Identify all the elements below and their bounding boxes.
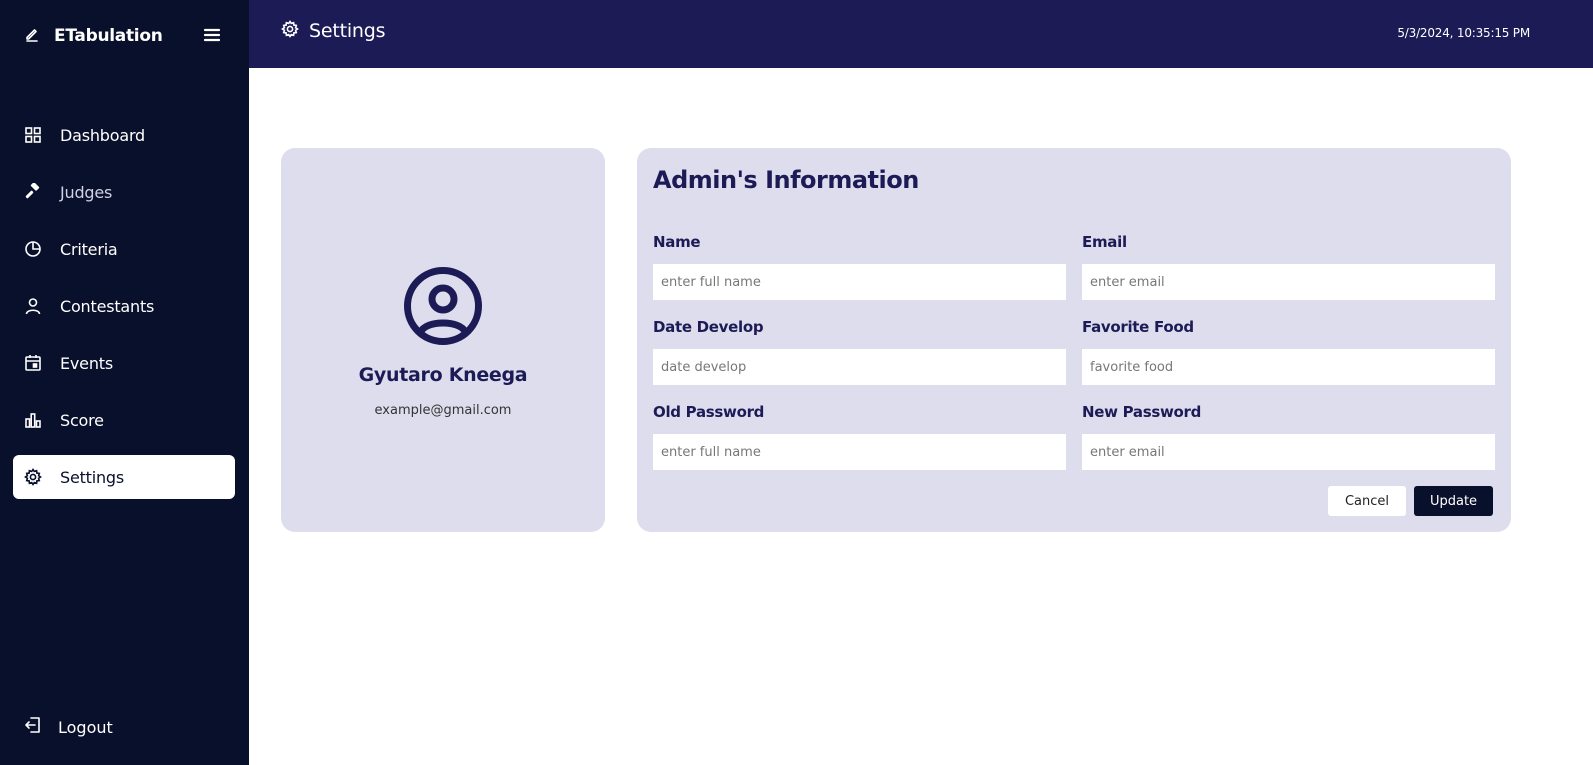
gavel-icon (24, 183, 42, 201)
sidebar-item-label: Events (60, 353, 113, 373)
logout-label: Logout (58, 717, 113, 737)
sidebar-item-dashboard[interactable]: Dashboard (13, 113, 235, 157)
logout-button[interactable]: Logout (24, 716, 113, 738)
hamburger-menu-icon[interactable] (202, 25, 222, 45)
header: Settings 5/3/2024, 10:35:15 PM (249, 0, 1593, 68)
sidebar-item-label: Contestants (60, 296, 155, 316)
old-password-label: Old Password (653, 403, 765, 421)
cancel-button[interactable]: Cancel (1328, 486, 1406, 516)
sidebar-item-label: Score (60, 410, 104, 430)
admin-info-card: Admin's Information Name Email Date Deve… (637, 148, 1511, 532)
sidebar-item-settings[interactable]: Settings (13, 455, 235, 499)
brand-title: ETabulation (54, 26, 163, 46)
favorite-food-field[interactable] (1082, 349, 1495, 385)
sidebar-item-score[interactable]: Score (13, 398, 235, 442)
date-develop-field[interactable] (653, 349, 1066, 385)
bar-chart-icon (24, 411, 42, 429)
profile-card: Gyutaro Kneega example@gmail.com (281, 148, 605, 532)
name-field[interactable] (653, 264, 1066, 300)
sidebar-item-contestants[interactable]: Contestants (13, 284, 235, 328)
name-label: Name (653, 233, 701, 251)
old-password-field[interactable] (653, 434, 1066, 470)
gear-icon (281, 20, 299, 42)
grid-icon (24, 126, 42, 144)
email-field[interactable] (1082, 264, 1495, 300)
sidebar-item-criteria[interactable]: Criteria (13, 227, 235, 271)
sidebar-item-events[interactable]: Events (13, 341, 235, 385)
calendar-icon (24, 354, 42, 372)
pie-chart-icon (24, 240, 42, 258)
new-password-label: New Password (1082, 403, 1202, 421)
header-title-group: Settings (281, 20, 386, 42)
new-password-field[interactable] (1082, 434, 1495, 470)
date-develop-label: Date Develop (653, 318, 764, 336)
datetime-display: 5/3/2024, 10:35:15 PM (1397, 26, 1530, 40)
gear-icon (24, 468, 42, 486)
brand: ETabulation (24, 22, 163, 50)
sidebar-item-label: Settings (60, 467, 125, 487)
user-icon (24, 297, 42, 315)
logout-icon (24, 716, 42, 738)
profile-name: Gyutaro Kneega (358, 364, 528, 386)
form-title: Admin's Information (653, 166, 919, 194)
page-title: Settings (309, 20, 386, 42)
sidebar: ETabulation Dashboard Judges Criteria Co… (0, 0, 249, 765)
update-button[interactable]: Update (1414, 486, 1493, 516)
sidebar-item-label: Judges (60, 182, 113, 202)
pencil-icon (24, 26, 40, 46)
avatar-icon (403, 266, 483, 346)
favorite-food-label: Favorite Food (1082, 318, 1194, 336)
sidebar-nav: Dashboard Judges Criteria Contestants Ev… (13, 113, 235, 512)
sidebar-item-label: Criteria (60, 239, 118, 259)
sidebar-item-label: Dashboard (60, 125, 146, 145)
profile-email: example@gmail.com (374, 403, 512, 418)
email-label: Email (1082, 233, 1127, 251)
sidebar-item-judges[interactable]: Judges (13, 170, 235, 214)
